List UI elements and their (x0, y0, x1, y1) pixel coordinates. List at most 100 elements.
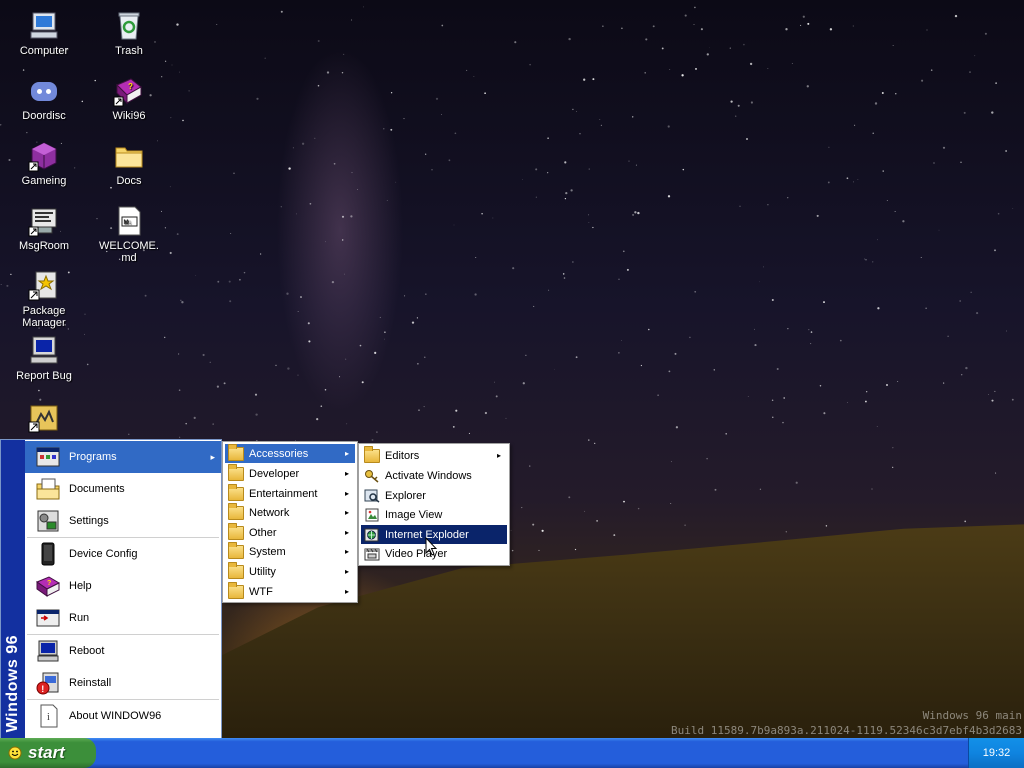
star (562, 273, 565, 275)
menu-item-label: WTF (249, 585, 273, 598)
star (417, 363, 419, 365)
star (959, 300, 961, 302)
build-watermark: Windows 96 main Build 11589.7b9a893a.211… (671, 708, 1022, 738)
start-menu-item-label: Reinstall (69, 677, 112, 689)
star (525, 354, 527, 356)
programs-item-other[interactable]: Other ▸ (225, 522, 355, 542)
accessories-item-image-view[interactable]: Image View (361, 505, 507, 524)
accessories-item-activate-windows[interactable]: Activate Windows (361, 466, 507, 485)
star (652, 25, 655, 28)
star (435, 97, 439, 100)
desktop-icon-gameing[interactable]: Gameing (4, 140, 84, 187)
desktop-icon-app[interactable] (4, 402, 84, 437)
svg-text:M↓: M↓ (124, 220, 132, 226)
desktop-icon-label: Package Manager (22, 305, 66, 329)
programs-item-entertainment[interactable]: Entertainment ▸ (225, 483, 355, 503)
menu-item-label: Utility (249, 565, 276, 578)
star (694, 6, 696, 9)
programs-item-system[interactable]: System ▸ (225, 541, 355, 561)
folder-icon (228, 502, 244, 520)
start-menu-item-run[interactable]: Run (25, 602, 221, 634)
desktop-icon-wiki96[interactable]: ? Wiki96 (89, 75, 169, 122)
accessories-item-explorer[interactable]: Explorer (361, 486, 507, 505)
star (970, 291, 972, 293)
info-icon: i (40, 704, 58, 728)
menu-item-label: Activate Windows (385, 469, 472, 482)
star (307, 322, 310, 325)
star (521, 507, 523, 509)
start-menu-item-programs[interactable]: Programs ▸ (25, 441, 221, 473)
taskbar: start 19:32 (0, 738, 1024, 768)
star (669, 69, 671, 70)
star (568, 496, 571, 499)
star (494, 381, 495, 383)
programs-item-network[interactable]: Network ▸ (225, 502, 355, 522)
start-menu-item-settings[interactable]: Settings (25, 505, 221, 537)
star (713, 369, 716, 371)
start-menu-item-device-config[interactable]: Device Config (25, 538, 221, 570)
folder-icon (228, 581, 244, 599)
desktop-icon-trash[interactable]: Trash (89, 10, 169, 57)
programs-item-developer[interactable]: Developer ▸ (225, 463, 355, 483)
star (648, 328, 650, 331)
star (474, 293, 477, 296)
star (533, 305, 535, 307)
desktop-icon-welcome-md[interactable]: M↓ WELCOME.md (89, 205, 169, 264)
star (871, 488, 873, 490)
star (0, 284, 2, 285)
desktop-icon-computer[interactable]: Computer (4, 10, 84, 57)
star (618, 278, 620, 280)
clock[interactable]: 19:32 (983, 747, 1011, 759)
programs-item-utility[interactable]: Utility ▸ (225, 561, 355, 581)
star (866, 391, 868, 393)
star (217, 280, 220, 283)
star (379, 316, 381, 319)
package-icon (28, 271, 57, 301)
star (823, 301, 825, 304)
submenu-arrow-icon: ▸ (344, 449, 349, 458)
programs-item-accessories[interactable]: Accessories ▸ (225, 443, 355, 463)
star (637, 211, 640, 215)
star (179, 436, 181, 438)
start-menu-banner: Windows 96 (1, 440, 25, 738)
star (565, 191, 568, 195)
star (759, 488, 762, 490)
desktop-icon-package-manager[interactable]: Package Manager (4, 270, 84, 329)
star (541, 529, 544, 532)
star (785, 28, 788, 31)
star (882, 170, 884, 172)
start-menu-item-help[interactable]: ? Help (25, 570, 221, 602)
start-menu-item-about[interactable]: i About WINDOW96 (25, 700, 221, 732)
start-button[interactable]: start (0, 738, 96, 768)
star (331, 280, 335, 284)
star (110, 186, 112, 189)
star (374, 351, 377, 354)
start-menu-item-documents[interactable]: Documents (25, 473, 221, 505)
star (264, 57, 266, 59)
star (876, 426, 878, 427)
accessories-item-editors[interactable]: Editors ▸ (361, 445, 507, 465)
desktop-icon-msgroom[interactable]: MsgRoom (4, 205, 84, 252)
star (522, 382, 525, 385)
desktop-icon-label: Doordisc (22, 110, 66, 122)
desktop-icon-docs[interactable]: Docs (89, 140, 169, 187)
start-menu-item-reboot[interactable]: Reboot (25, 635, 221, 667)
programs-item-wtf[interactable]: WTF ▸ (225, 581, 355, 601)
discord-icon (31, 82, 57, 101)
star (514, 41, 517, 44)
star (548, 289, 550, 291)
star (216, 385, 219, 388)
start-menu-item-reinstall[interactable]: ! Reinstall (25, 667, 221, 699)
star (180, 299, 182, 301)
desktop-icon-doordisc[interactable]: Doordisc (4, 75, 84, 122)
star (995, 82, 997, 84)
star (359, 344, 362, 347)
star (390, 128, 393, 131)
star (320, 405, 323, 408)
star (969, 71, 971, 73)
star (588, 214, 590, 216)
star (827, 181, 830, 184)
star (243, 271, 246, 274)
start-menu-item-label: Programs (69, 451, 117, 463)
desktop-icon-report-bug[interactable]: Report Bug (4, 335, 84, 382)
